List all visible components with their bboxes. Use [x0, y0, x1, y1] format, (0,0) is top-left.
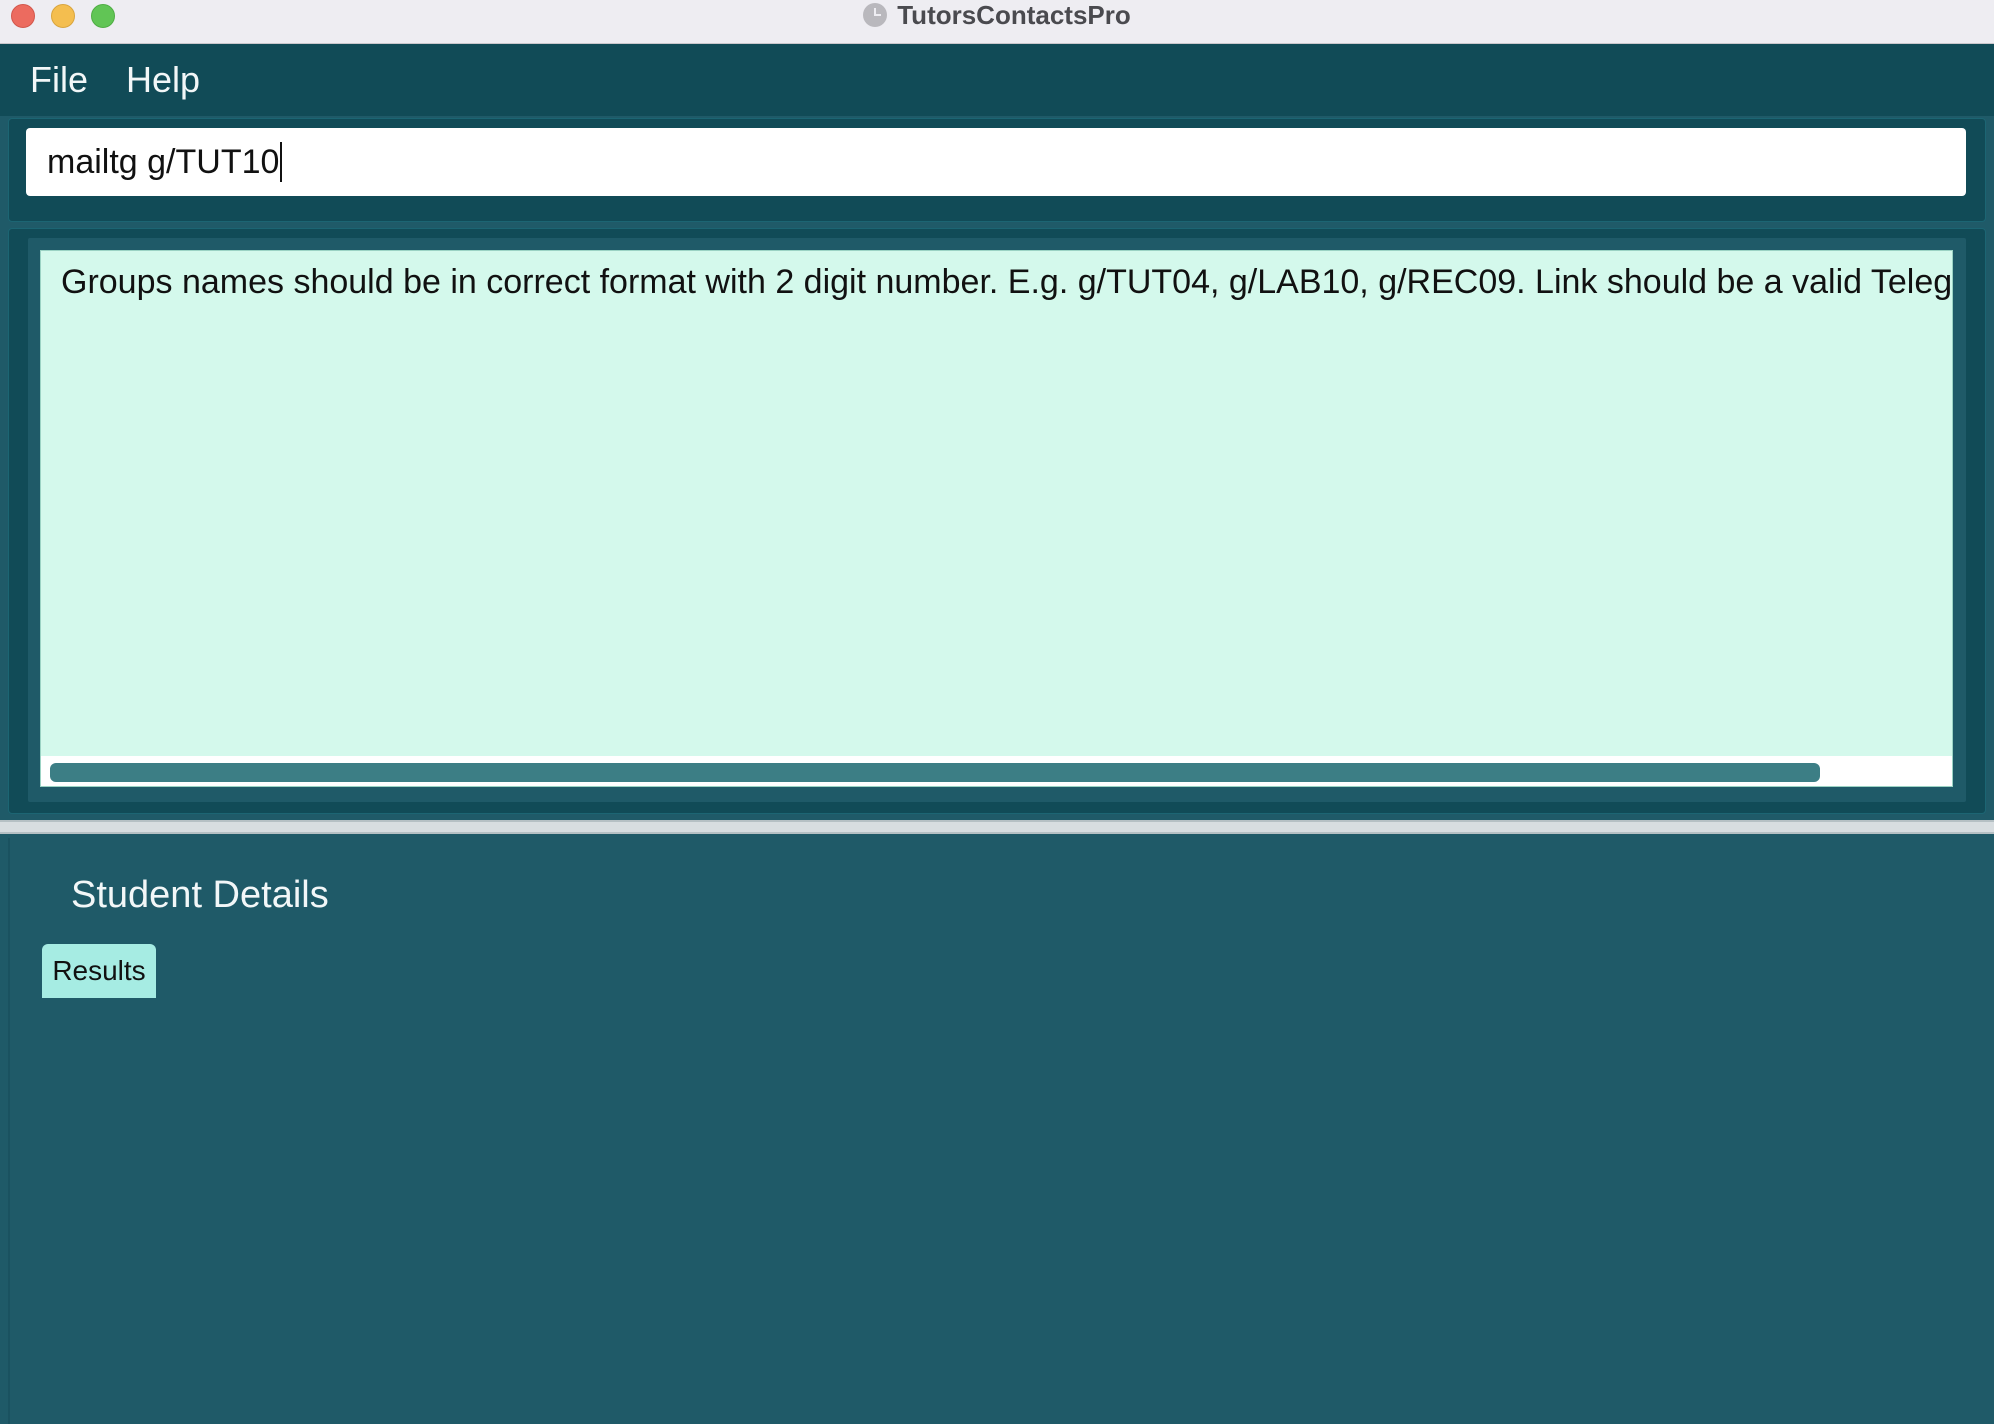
- student-details-panel: Student Details Results: [8, 838, 1986, 1424]
- tab-results[interactable]: Results: [42, 944, 156, 998]
- horizontal-scrollbar[interactable]: [41, 756, 1952, 786]
- result-message: Groups names should be in correct format…: [61, 263, 1953, 301]
- command-input-text: mailtg g/TUT10: [47, 142, 280, 181]
- menu-file[interactable]: File: [30, 59, 88, 101]
- title-bar: TutorsContactsPro: [0, 0, 1994, 44]
- command-input[interactable]: mailtg g/TUT10: [26, 128, 1966, 196]
- result-display[interactable]: Groups names should be in correct format…: [40, 250, 1953, 787]
- window-title: TutorsContactsPro: [897, 0, 1131, 30]
- window-title-group: TutorsContactsPro: [0, 0, 1994, 30]
- clock-icon: [863, 3, 888, 27]
- student-details-title: Student Details: [71, 874, 329, 916]
- menu-help[interactable]: Help: [126, 59, 200, 101]
- text-caret: [280, 142, 283, 182]
- menu-bar: File Help: [0, 44, 1994, 116]
- split-pane-divider[interactable]: [0, 820, 1994, 834]
- scrollbar-thumb[interactable]: [50, 763, 1820, 782]
